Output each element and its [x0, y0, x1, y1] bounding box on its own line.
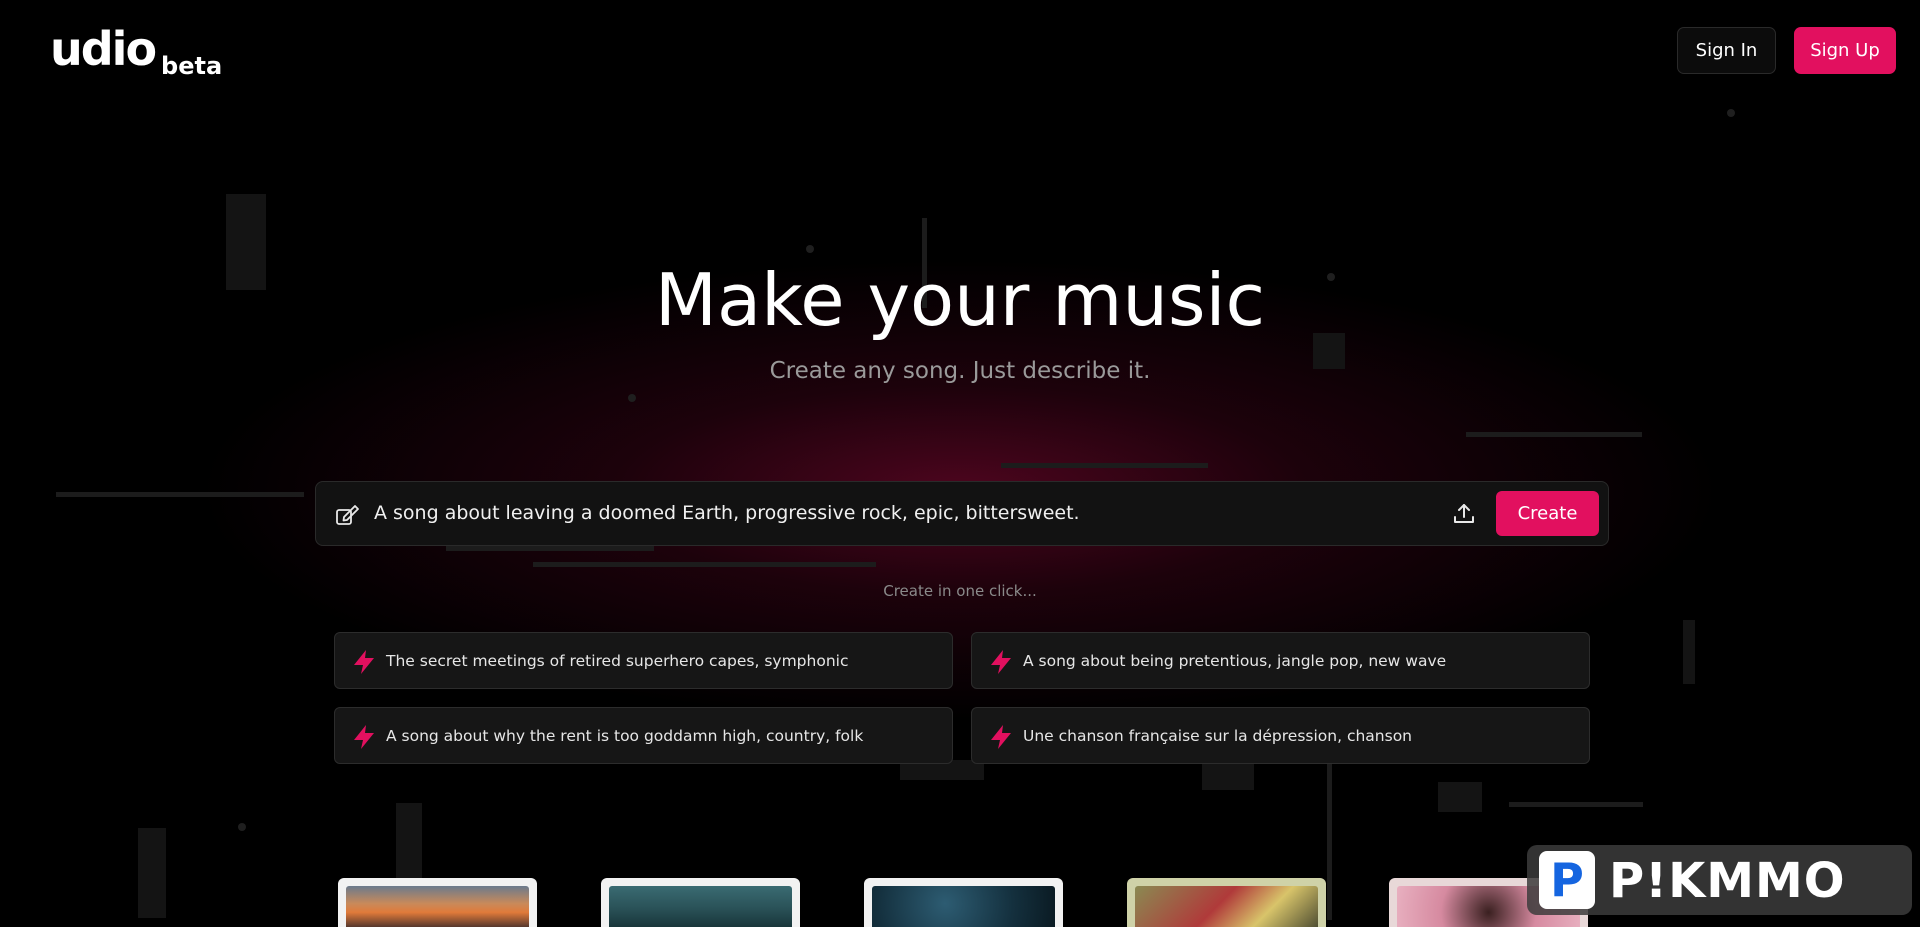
song-cover-image — [346, 886, 529, 927]
suggestion-label: Une chanson française sur la dépression,… — [1023, 726, 1413, 745]
decor-block — [1438, 782, 1482, 812]
decor-line — [533, 562, 876, 567]
suggestion-chip[interactable]: A song about why the rent is too goddamn… — [334, 707, 953, 764]
song-card[interactable] — [601, 878, 800, 927]
suggestion-chip[interactable]: Une chanson française sur la dépression,… — [971, 707, 1590, 764]
bolt-icon — [354, 650, 374, 674]
bolt-icon — [354, 725, 374, 749]
watermark-letter: P — [1550, 853, 1584, 907]
logo-beta-tag: beta — [161, 52, 223, 80]
suggestion-label: A song about being pretentious, jangle p… — [1023, 651, 1447, 670]
decor-block — [1202, 760, 1254, 790]
upload-icon[interactable] — [1452, 502, 1476, 526]
decor-line — [1001, 463, 1208, 468]
suggestion-chip[interactable]: The secret meetings of retired superhero… — [334, 632, 953, 689]
song-card[interactable] — [1127, 878, 1326, 927]
logo-wordmark: udio — [50, 22, 157, 76]
page: udio beta Sign In Sign Up Make your musi… — [0, 0, 1920, 927]
decor-line — [1509, 802, 1643, 807]
decor-block — [138, 828, 166, 918]
prompt-bar[interactable]: A song about leaving a doomed Earth, pro… — [315, 481, 1609, 546]
suggestion-label: A song about why the rent is too goddamn… — [386, 726, 864, 745]
suggestion-label: The secret meetings of retired superhero… — [386, 651, 849, 670]
sign-up-button[interactable]: Sign Up — [1794, 27, 1896, 74]
decor-block — [1683, 620, 1695, 684]
decor-line — [56, 492, 304, 497]
song-cover-image — [609, 886, 792, 927]
song-card[interactable] — [338, 878, 537, 927]
one-click-heading: Create in one click... — [883, 582, 1037, 600]
create-button[interactable]: Create — [1496, 491, 1599, 536]
watermark-text: P!KMMO — [1609, 853, 1846, 909]
hero-subtitle: Create any song. Just describe it. — [769, 358, 1151, 384]
song-card[interactable] — [864, 878, 1063, 927]
decor-line — [446, 546, 654, 551]
decor-dot — [1727, 109, 1735, 117]
song-cover-image — [1135, 886, 1318, 927]
song-cover-image — [872, 886, 1055, 927]
decor-block — [396, 803, 422, 883]
bolt-icon — [991, 650, 1011, 674]
sign-in-button[interactable]: Sign In — [1677, 27, 1776, 74]
watermark-logo-box: P — [1539, 851, 1595, 909]
bolt-icon — [991, 725, 1011, 749]
decor-dot — [806, 245, 814, 253]
decor-dot — [238, 823, 246, 831]
decor-line — [1327, 760, 1332, 920]
udio-logo[interactable]: udio beta — [50, 22, 222, 80]
hero-title: Make your music — [654, 258, 1266, 342]
prompt-input[interactable]: A song about leaving a doomed Earth, pro… — [374, 482, 1080, 545]
suggestion-chip[interactable]: A song about being pretentious, jangle p… — [971, 632, 1590, 689]
decor-dot — [628, 394, 636, 402]
decor-line — [1466, 432, 1642, 437]
pikmmo-watermark: P P!KMMO — [1527, 845, 1912, 915]
background-glow — [0, 0, 1920, 927]
edit-prompt-icon — [336, 505, 359, 525]
